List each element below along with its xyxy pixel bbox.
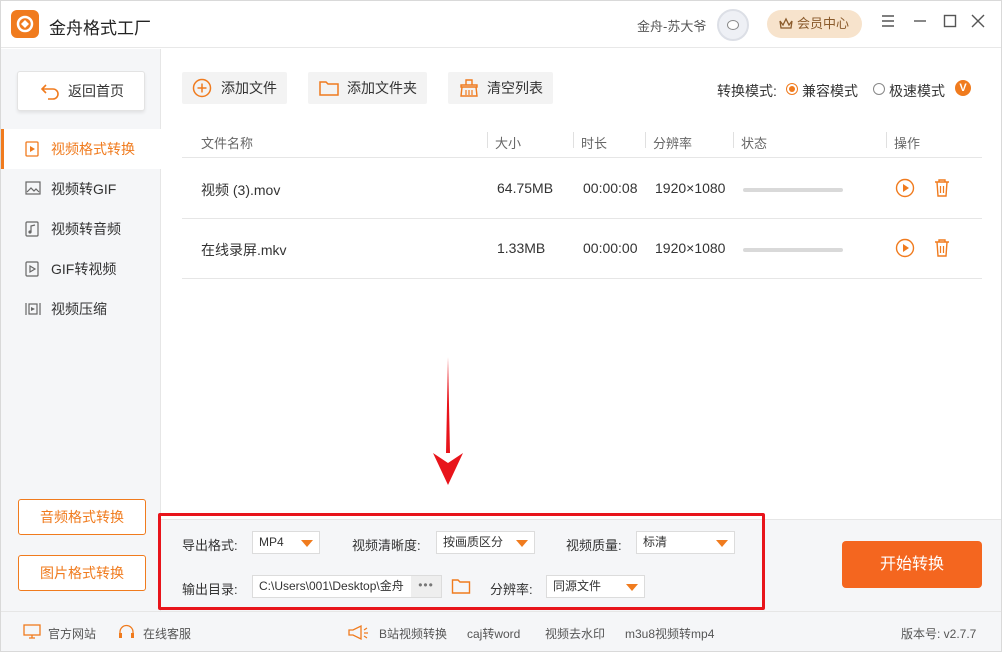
- col-resolution: 分辨率: [653, 136, 693, 151]
- headset-icon: [119, 624, 134, 638]
- sidebar-item-label: 视频转GIF: [51, 181, 117, 197]
- online-service-link[interactable]: 在线客服: [143, 625, 191, 642]
- menu-icon[interactable]: [881, 14, 901, 34]
- sidebar-item-label: 视频转音频: [51, 221, 121, 237]
- progress-bar: [743, 188, 843, 192]
- col-filename: 文件名称: [201, 136, 254, 151]
- file-size: 64.75MB: [497, 180, 554, 196]
- vip-center-button[interactable]: 会员中心: [767, 10, 862, 38]
- back-arrow-icon: [40, 84, 59, 100]
- progress-bar: [743, 248, 843, 252]
- sidebar-item-label: 视频格式转换: [51, 141, 135, 157]
- username[interactable]: 金舟-苏大爷: [637, 16, 706, 35]
- col-status: 状态: [741, 136, 768, 151]
- gif-video-icon: [25, 261, 39, 277]
- sidebar-item-video-gif[interactable]: 视频转GIF: [1, 169, 161, 209]
- mode-option-label: 兼容模式: [802, 83, 858, 99]
- mode-compatible-radio[interactable]: 兼容模式: [786, 81, 858, 101]
- back-home-label: 返回首页: [68, 83, 124, 99]
- file-duration: 00:00:00: [583, 240, 638, 256]
- col-separator: [886, 132, 887, 148]
- radio-dot: [786, 83, 798, 95]
- version-label: 版本号: v2.7.7: [901, 627, 977, 641]
- audio-format-button[interactable]: 音频格式转换: [18, 499, 146, 535]
- file-name: 在线录屏.mkv: [201, 242, 287, 258]
- app-window: 金舟格式工厂 金舟-苏大爷 会员中心 返回首页 视频格式转换 视频转GIF 视频…: [0, 0, 1002, 652]
- broom-icon: [460, 79, 478, 97]
- add-folder-label: 添加文件夹: [347, 80, 417, 96]
- table-row[interactable]: 视频 (3).mov 64.75MB 00:00:08 1920×1080: [182, 159, 982, 219]
- conversion-mode-label: 转换模式:: [717, 83, 777, 99]
- trash-icon[interactable]: [933, 178, 951, 198]
- folder-icon: [319, 81, 339, 96]
- file-size: 1.33MB: [497, 240, 546, 256]
- clear-list-label: 清空列表: [487, 80, 543, 96]
- sidebar-item-label: GIF转视频: [51, 261, 117, 277]
- sidebar-item-video-compress[interactable]: 视频压缩: [1, 289, 161, 329]
- monitor-icon: [23, 624, 41, 639]
- col-duration: 时长: [581, 136, 608, 151]
- close-icon[interactable]: [971, 14, 991, 34]
- clear-list-button[interactable]: 清空列表: [448, 72, 553, 104]
- title-bar: 金舟格式工厂 金舟-苏大爷 会员中心: [1, 1, 1001, 48]
- col-actions: 操作: [894, 136, 921, 151]
- footer-link[interactable]: B站视频转换: [379, 625, 447, 642]
- minimize-icon[interactable]: [913, 14, 933, 34]
- file-resolution: 1920×1080: [655, 240, 726, 256]
- start-convert-button[interactable]: 开始转换: [842, 541, 982, 588]
- sidebar-item-label: 视频压缩: [51, 301, 107, 317]
- sidebar-item-gif-video[interactable]: GIF转视频: [1, 249, 161, 289]
- annotation-arrow: [433, 357, 463, 485]
- sidebar-item-video-audio[interactable]: 视频转音频: [1, 209, 161, 249]
- crown-icon: [779, 17, 793, 29]
- play-icon[interactable]: [895, 238, 915, 258]
- back-home-button[interactable]: 返回首页: [17, 71, 145, 111]
- image-format-button[interactable]: 图片格式转换: [18, 555, 146, 591]
- radio-dot: [873, 83, 885, 95]
- col-separator: [733, 132, 734, 148]
- file-resolution: 1920×1080: [655, 180, 726, 196]
- file-name: 视频 (3).mov: [201, 182, 281, 198]
- music-file-icon: [25, 221, 39, 237]
- add-file-button[interactable]: 添加文件: [182, 72, 287, 104]
- col-separator: [573, 132, 574, 148]
- footer-link[interactable]: 视频去水印: [545, 625, 605, 642]
- vip-center-label: 会员中心: [797, 16, 850, 31]
- add-file-label: 添加文件: [221, 80, 277, 96]
- compress-icon: [25, 303, 41, 315]
- file-table-header: 文件名称 大小 时长 分辨率 状态 操作: [182, 128, 982, 158]
- app-logo-icon: [11, 10, 39, 38]
- vip-badge-icon: V: [955, 80, 971, 96]
- mode-option-label: 极速模式: [889, 83, 945, 99]
- sidebar-item-video-format[interactable]: 视频格式转换: [1, 129, 161, 169]
- play-icon[interactable]: [895, 178, 915, 198]
- annotation-highlight-box: [158, 513, 765, 610]
- video-file-icon: [25, 141, 39, 157]
- app-title: 金舟格式工厂: [49, 19, 151, 38]
- add-circle-icon: [192, 78, 212, 98]
- official-website-link[interactable]: 官方网站: [48, 625, 96, 642]
- avatar[interactable]: [717, 9, 749, 41]
- maximize-icon[interactable]: [943, 14, 963, 34]
- trash-icon[interactable]: [933, 238, 951, 258]
- add-folder-button[interactable]: 添加文件夹: [308, 72, 427, 104]
- col-size: 大小: [495, 136, 522, 151]
- footer-link[interactable]: caj转word: [467, 625, 520, 642]
- footer-link[interactable]: m3u8视频转mp4: [625, 625, 714, 642]
- col-separator: [487, 132, 488, 148]
- col-separator: [645, 132, 646, 148]
- sidebar: 返回首页 视频格式转换 视频转GIF 视频转音频 GIF转视频 视频压缩 音频格…: [1, 49, 161, 611]
- footer: 官方网站 在线客服 B站视频转换 caj转word 视频去水印 m3u8视频转m…: [1, 611, 1001, 651]
- mode-fast-radio[interactable]: 极速模式: [873, 81, 945, 101]
- file-duration: 00:00:08: [583, 180, 638, 196]
- megaphone-icon: [348, 624, 368, 641]
- image-icon: [25, 181, 41, 195]
- table-row[interactable]: 在线录屏.mkv 1.33MB 00:00:00 1920×1080: [182, 219, 982, 279]
